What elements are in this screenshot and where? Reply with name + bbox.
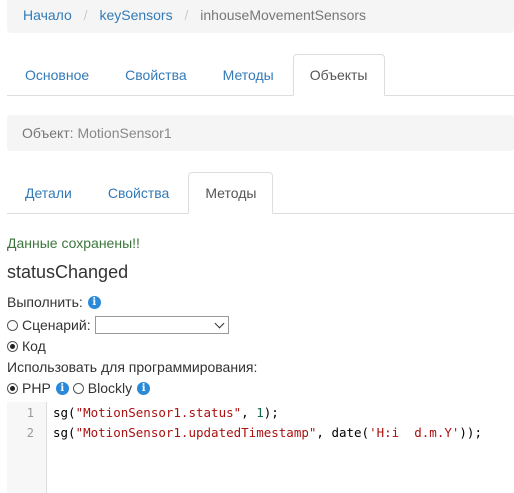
php-radio[interactable] bbox=[7, 382, 18, 394]
breadcrumb: Начало / keySensors / inhouseMovementSen… bbox=[7, 0, 514, 33]
object-label: Объект: bbox=[22, 125, 74, 141]
code-token: sg( bbox=[53, 425, 76, 440]
tab-details[interactable]: Детали bbox=[8, 172, 89, 214]
code-mode-row: Код bbox=[7, 338, 46, 354]
scenario-select[interactable] bbox=[94, 316, 229, 334]
object-panel: Объект: MotionSensor1 bbox=[7, 115, 514, 151]
execute-label: Выполнить: bbox=[7, 294, 83, 310]
code-token: , date( bbox=[316, 425, 370, 440]
lang-label: Использовать для программирования: bbox=[7, 359, 258, 375]
saved-message: Данные сохранены!! bbox=[7, 235, 140, 251]
line-number: 2 bbox=[26, 426, 34, 440]
scenario-radio[interactable] bbox=[7, 319, 18, 331]
tab-object-methods[interactable]: Методы bbox=[188, 172, 274, 214]
tab-object-properties[interactable]: Свойства bbox=[91, 172, 186, 214]
breadcrumb-separator: / bbox=[83, 7, 88, 23]
code-token: )); bbox=[459, 425, 482, 440]
blockly-radio[interactable] bbox=[72, 382, 84, 394]
tab-main[interactable]: Основное bbox=[8, 54, 106, 96]
code-number: 1 bbox=[256, 405, 264, 420]
code-radio[interactable] bbox=[7, 340, 18, 352]
tab-methods[interactable]: Методы bbox=[206, 54, 291, 96]
line-numbers-gutter: 1 2 bbox=[7, 402, 47, 493]
code-token: sg( bbox=[53, 405, 76, 420]
main-tabs: Основное Свойства Методы Объекты bbox=[7, 54, 514, 96]
code-string: "MotionSensor1.status" bbox=[75, 405, 242, 420]
breadcrumb-current: inhouseMovementSensors bbox=[200, 7, 367, 23]
chevron-down-icon bbox=[214, 318, 225, 329]
info-icon[interactable]: i bbox=[55, 381, 69, 395]
code-editor[interactable]: 1 2 sg("MotionSensor1.status", 1); sg("M… bbox=[7, 402, 514, 493]
tab-objects[interactable]: Объекты bbox=[292, 54, 385, 96]
breadcrumb-separator: / bbox=[184, 7, 189, 23]
code-string: "MotionSensor1.updatedTimestamp" bbox=[75, 425, 317, 440]
object-tabs: Детали Свойства Методы bbox=[7, 172, 514, 214]
lang-label-row: Использовать для программирования: bbox=[7, 359, 257, 375]
code-string: 'H:i d.m.Y' bbox=[369, 425, 460, 440]
info-icon[interactable]: i bbox=[137, 381, 151, 395]
code-line: sg("MotionSensor1.status", 1); bbox=[53, 405, 279, 420]
blockly-label: Blockly bbox=[87, 380, 133, 396]
scenario-row: Сценарий: bbox=[7, 316, 229, 334]
tab-properties[interactable]: Свойства bbox=[108, 54, 203, 96]
code-token: ); bbox=[263, 405, 279, 420]
lang-row: PHP i Blockly i bbox=[7, 380, 151, 396]
breadcrumb-class-link[interactable]: keySensors bbox=[99, 7, 172, 23]
code-token: , bbox=[241, 405, 257, 420]
object-name: MotionSensor1 bbox=[77, 125, 172, 141]
code-line: sg("MotionSensor1.updatedTimestamp", dat… bbox=[53, 425, 482, 440]
line-number: 1 bbox=[26, 406, 34, 420]
code-label: Код bbox=[22, 338, 46, 354]
method-title: statusChanged bbox=[7, 262, 129, 282]
info-icon[interactable]: i bbox=[87, 295, 101, 309]
scenario-label: Сценарий: bbox=[22, 317, 91, 333]
breadcrumb-home-link[interactable]: Начало bbox=[23, 7, 72, 23]
execute-row: Выполнить: i bbox=[7, 294, 101, 310]
php-label: PHP bbox=[22, 380, 51, 396]
